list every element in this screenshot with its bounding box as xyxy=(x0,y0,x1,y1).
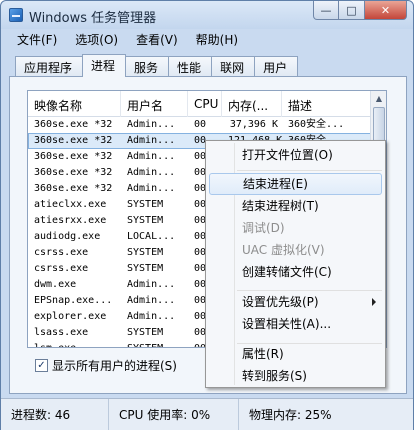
column-header-user-name[interactable]: 用户名 xyxy=(121,91,188,117)
context-menu-item[interactable]: 转到服务(S) xyxy=(209,365,382,387)
tab-strip: 应用程序 进程 服务 性能 联网 用户 xyxy=(15,54,299,77)
menu-options[interactable]: 选项(O) xyxy=(65,31,126,48)
context-menu-item-label: 打开文件位置(O) xyxy=(242,148,333,162)
process-name-cell: lsass.exe xyxy=(34,327,89,338)
process-memory-cell: 37,396 K xyxy=(229,119,278,130)
minimize-button[interactable]: — xyxy=(313,1,339,20)
process-user-cell: SYSTEM xyxy=(127,327,164,338)
menu-file[interactable]: 文件(F) xyxy=(7,31,65,48)
context-menu-item[interactable]: 设置优先级(P) xyxy=(209,291,382,313)
context-menu-item[interactable]: 结束进程(E) xyxy=(209,173,382,195)
context-menu-item-label: 结束进程树(T) xyxy=(242,199,319,213)
process-user-cell: Admin... xyxy=(127,135,176,146)
process-name-cell: 360se.exe *32 xyxy=(34,183,113,194)
process-name-cell: csrss.exe xyxy=(34,247,89,258)
context-menu-item-label: 结束进程(E) xyxy=(243,177,308,191)
process-user-cell: LOCAL... xyxy=(127,231,176,242)
process-user-cell: SYSTEM xyxy=(127,199,164,210)
title-bar[interactable]: Windows 任务管理器 — □ ✕ xyxy=(1,1,413,29)
tab-users[interactable]: 用户 xyxy=(254,56,299,77)
column-header-cpu[interactable]: CPU xyxy=(188,91,222,117)
process-name-cell: audiodg.exe xyxy=(34,231,101,242)
scroll-up-icon[interactable]: ▲ xyxy=(372,92,386,106)
process-user-cell: Admin... xyxy=(127,279,176,290)
context-menu-item[interactable]: 属性(R) xyxy=(209,343,382,365)
process-user-cell: SYSTEM xyxy=(127,247,164,258)
process-cpu-cell: 00 xyxy=(194,119,207,130)
status-process-count: 进程数: 46 xyxy=(1,399,109,430)
tab-applications[interactable]: 应用程序 xyxy=(15,56,84,77)
process-user-cell: Admin... xyxy=(127,311,176,322)
process-user-cell: Admin... xyxy=(127,119,176,130)
column-header-description[interactable]: 描述 xyxy=(282,91,372,117)
process-name-cell: atieclxx.exe xyxy=(34,199,107,210)
process-user-cell: SYSTEM xyxy=(127,215,164,226)
process-user-cell: SYSTEM xyxy=(127,263,164,274)
submenu-arrow-icon xyxy=(372,298,376,306)
close-button[interactable]: ✕ xyxy=(365,1,407,20)
context-menu-item-label: 调试(D) xyxy=(242,221,285,235)
menu-separator xyxy=(237,170,382,171)
process-name-cell: lsm.exe xyxy=(28,341,121,347)
menu-view[interactable]: 查看(V) xyxy=(126,31,186,48)
process-name-cell: csrss.exe xyxy=(34,263,89,274)
show-all-users-checkbox[interactable]: ✓ 显示所有用户的进程(S) xyxy=(35,357,177,374)
process-name-cell: atiesrxx.exe xyxy=(34,215,107,226)
context-menu-item: UAC 虚拟化(V) xyxy=(209,239,382,261)
context-menu-item-label: 创建转储文件(C) xyxy=(242,265,332,279)
tab-performance[interactable]: 性能 xyxy=(168,56,213,77)
process-name-cell: 360se.exe *32 xyxy=(34,135,113,146)
context-menu-item-label: 设置相关性(A)... xyxy=(242,317,332,331)
process-user-cell: Admin... xyxy=(127,167,176,178)
tab-processes[interactable]: 进程 xyxy=(82,54,127,77)
checkbox-check-icon[interactable]: ✓ xyxy=(35,359,48,372)
context-menu-item: 调试(D) xyxy=(209,217,382,239)
tab-services[interactable]: 服务 xyxy=(125,56,170,77)
process-name-cell: 360se.exe *32 xyxy=(34,119,113,130)
menu-help[interactable]: 帮助(H) xyxy=(186,31,246,48)
process-user-cell: Admin... xyxy=(127,295,176,306)
context-menu-item[interactable]: 打开文件位置(O) xyxy=(209,144,382,166)
process-name-cell: dwm.exe xyxy=(34,279,77,290)
process-name-cell: explorer.exe xyxy=(34,311,107,322)
context-menu: 打开文件位置(O) 结束进程(E) 结束进程树(T) 调试(D) UAC 虚拟化(V) 创… xyxy=(205,140,386,388)
context-menu-item[interactable]: 设置相关性(A)... xyxy=(209,313,382,335)
task-manager-icon xyxy=(9,8,23,22)
process-user-cell: Admin... xyxy=(127,151,176,162)
context-menu-item[interactable]: 创建转储文件(C) xyxy=(209,261,382,283)
window-title: Windows 任务管理器 xyxy=(29,11,157,26)
tab-networking[interactable]: 联网 xyxy=(211,56,256,77)
status-cpu-usage: CPU 使用率: 0% xyxy=(109,399,239,430)
column-header-memory[interactable]: 内存(... xyxy=(222,91,282,117)
context-menu-item-label: 属性(R) xyxy=(242,347,284,361)
context-menu-item-label: 转到服务(S) xyxy=(242,369,307,383)
column-header-image-name[interactable]: 映像名称 xyxy=(28,91,121,117)
maximize-button[interactable]: □ xyxy=(339,1,365,20)
status-physical-memory: 物理内存: 25% xyxy=(249,408,332,422)
context-menu-item-label: 设置优先级(P) xyxy=(242,295,319,309)
process-name-cell: 360se.exe *32 xyxy=(34,151,113,162)
table-row[interactable]: 360se.exe *32 Admin... 00 37,396 K 360安全... xyxy=(28,117,372,133)
process-name-cell: EPSnap.exe... xyxy=(34,295,113,306)
context-menu-item-label: UAC 虚拟化(V) xyxy=(242,243,325,257)
menu-bar: 文件(F) 选项(O) 查看(V) 帮助(H) xyxy=(7,29,407,49)
process-list-header: 映像名称 用户名 CPU 内存(... 描述 xyxy=(28,91,372,117)
process-user-cell: Admin... xyxy=(127,183,176,194)
context-menu-item[interactable]: 结束进程树(T) xyxy=(209,195,382,217)
show-all-users-label: 显示所有用户的进程(S) xyxy=(52,359,177,373)
process-user-cell: SYSTEM xyxy=(121,341,188,347)
process-name-cell: 360se.exe *32 xyxy=(34,167,113,178)
status-bar: 进程数: 46 CPU 使用率: 0% 物理内存: 25% xyxy=(1,398,413,430)
window-controls: — □ ✕ xyxy=(313,1,407,21)
process-description-cell: 360安全... xyxy=(288,119,345,130)
